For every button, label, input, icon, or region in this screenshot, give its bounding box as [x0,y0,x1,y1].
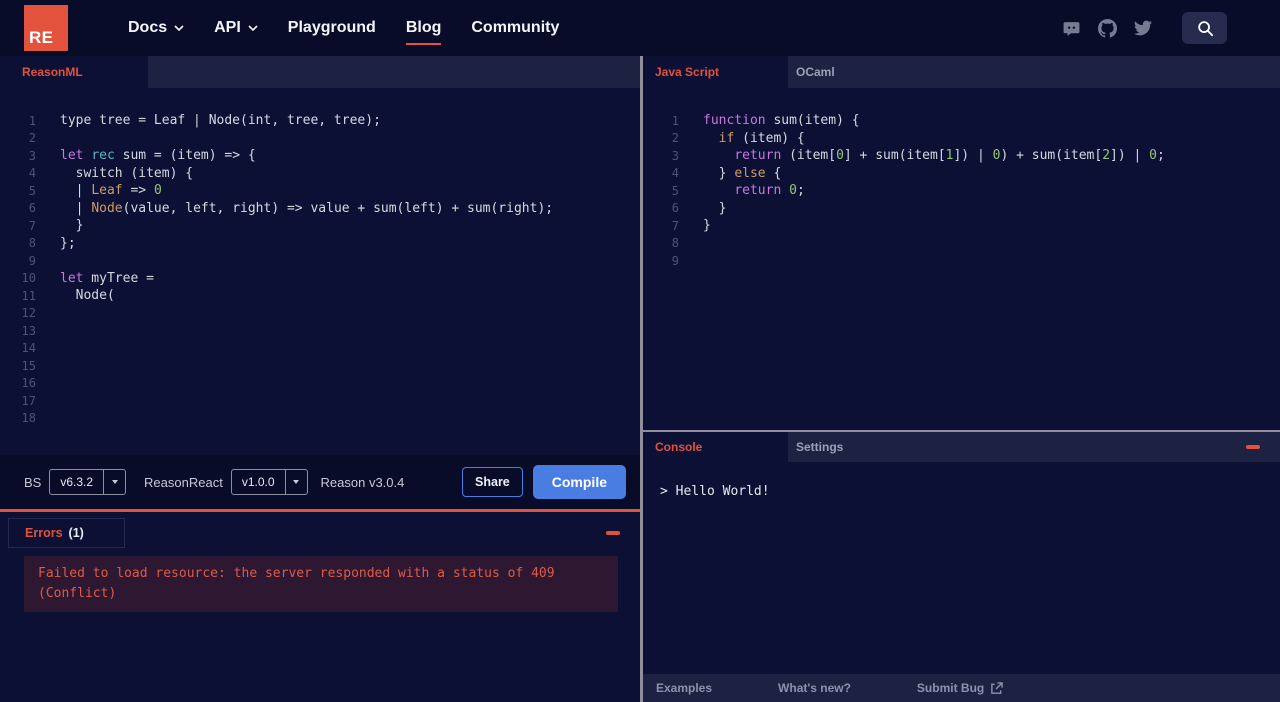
tab-reasonml[interactable]: ReasonML [0,56,148,88]
external-link-icon [991,681,1004,694]
reason-logo[interactable]: RE [24,5,68,51]
code-line: 9 [671,253,679,268]
error-message: Failed to load resource: the server resp… [24,556,618,612]
code-line: 8}; [28,235,76,251]
playground-footer: Examples What's new? Submit Bug [643,674,1280,702]
bs-version-select[interactable]: v6.3.2 [49,469,127,495]
caret-down-icon [111,480,118,484]
code-line: 10 let myTree = [21,270,154,286]
nav-item-docs[interactable]: Docs [128,0,184,56]
search-icon [1197,21,1213,37]
errors-header: Errors (1) [0,512,640,554]
chevron-down-icon [174,25,184,31]
code-line: 5 | Leaf => 0 [28,183,162,199]
discord-icon[interactable] [1062,19,1081,38]
footer-link-whats-new[interactable]: What's new? [778,681,851,695]
code-line: 3 return (item[0] + sum(item[1]) | 0) + … [671,148,1165,164]
reason-playground-app: RE Docs API Playground Blog Community Re… [0,0,1280,702]
reasonreact-version-select[interactable]: v1.0.0 [230,469,308,495]
compile-button[interactable]: Compile [532,465,626,499]
bs-label: BS [24,474,42,490]
code-line: 14 [21,341,36,356]
code-line: 2 if (item) { [671,130,805,146]
tab-console[interactable]: Console [643,432,788,462]
code-line: 18 [21,411,36,426]
right-tabbar: Java Script OCaml [643,56,1280,88]
tab-ocaml[interactable]: OCaml [788,56,847,88]
code-line: 12 [21,306,36,321]
code-line: 5 return 0; [671,183,805,199]
footer-link-examples[interactable]: Examples [656,681,712,695]
code-line: 6 | Node(value, left, right) => value + … [28,200,554,216]
main-nav: Docs API Playground Blog Community [128,0,559,56]
code-line: 16 [21,376,36,391]
errors-panel: Errors (1) Failed to load resource: the … [0,509,640,702]
code-line: 4 switch (item) { [28,165,194,181]
code-line: 17 [21,393,36,408]
footer-link-submit-bug[interactable]: Submit Bug [917,681,1004,695]
reason-editor-panel: ReasonML 1 type tree = Leaf | Node(int, t… [0,56,640,702]
code-line: 7 } [28,218,84,234]
tab-errors[interactable]: Errors (1) [8,518,125,548]
nav-item-blog[interactable]: Blog [405,0,441,56]
errors-count-badge: (1) [68,526,84,540]
code-editor-javascript[interactable]: 1 function sum(item) {2 if (item) { 3 retu… [643,88,1280,430]
tab-settings[interactable]: Settings [788,432,855,462]
code-line: 7} [671,218,711,234]
twitter-icon[interactable] [1134,19,1152,37]
code-line: 2 [28,131,36,146]
share-button[interactable]: Share [462,467,523,497]
code-line: 1 function sum(item) { [671,113,860,129]
reasonreact-label: ReasonReact [144,474,223,490]
search-button[interactable] [1182,12,1227,44]
code-line: 15 [21,358,36,373]
collapse-console-icon[interactable] [1246,445,1260,449]
code-line: 1 type tree = Leaf | Node(int, tree, tree… [28,113,381,129]
code-editor-reasonml[interactable]: 1 type tree = Leaf | Node(int, tree, tree… [0,88,640,455]
code-line: 9 [28,253,36,268]
navbar: RE Docs API Playground Blog Community [0,0,1280,56]
output-panel: Java Script OCaml 1 function sum(item) {2… [643,56,1280,702]
nav-item-community[interactable]: Community [471,0,559,56]
reason-version-text: Reason v3.0.4 [320,474,405,490]
console-output: > Hello World! [643,462,1280,674]
left-tabbar: ReasonML [0,56,640,88]
caret-down-icon [293,480,300,484]
code-line: 13 [21,323,36,338]
main-content: ReasonML 1 type tree = Leaf | Node(int, t… [0,56,1280,702]
code-line: 4 } else { [671,165,782,181]
select-arrow[interactable] [103,470,125,494]
tab-javascript[interactable]: Java Script [643,56,788,88]
chevron-down-icon [248,25,258,31]
code-line: 6 } [671,200,727,216]
code-line: 11 Node( [21,288,115,304]
editor-toolbar: BS v6.3.2 ReasonReact v1.0.0 Reason v3.0… [0,455,640,509]
console-tabbar: Console Settings [643,432,1280,462]
github-icon[interactable] [1098,18,1117,38]
nav-item-playground[interactable]: Playground [288,0,376,56]
nav-item-api[interactable]: API [214,0,258,56]
collapse-errors-icon[interactable] [606,531,620,535]
code-line: 8 [671,236,679,251]
select-arrow[interactable] [284,470,307,494]
social-icons [1062,18,1152,38]
code-line: 3 let rec sum = (item) => { [28,148,256,164]
